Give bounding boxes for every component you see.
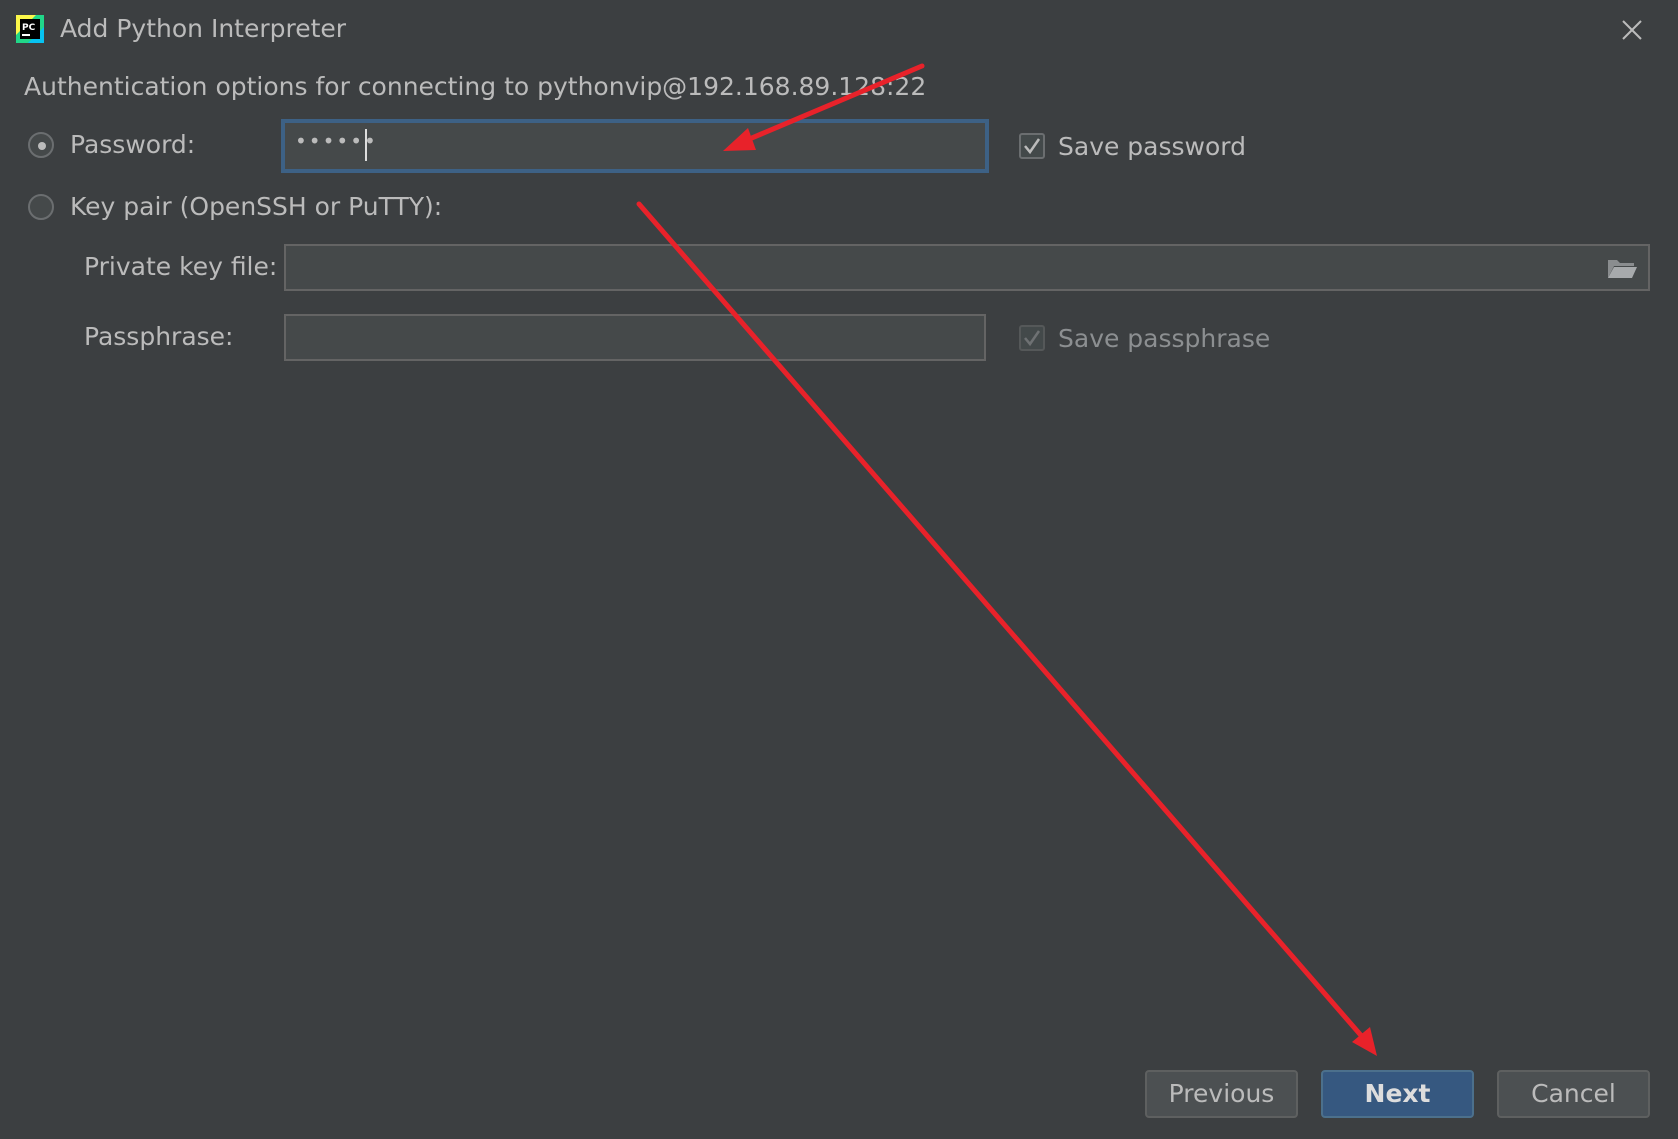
save-password-label: Save password — [1058, 132, 1247, 161]
keypair-option-label: Key pair (OpenSSH or PuTTY): — [70, 192, 443, 221]
save-passphrase-checkbox[interactable] — [1019, 325, 1045, 351]
add-python-interpreter-dialog: PC Add Python Interpreter Authentication… — [0, 0, 1678, 1139]
next-button[interactable]: Next — [1321, 1070, 1474, 1118]
password-option-label: Password: — [70, 130, 196, 159]
passphrase-label: Passphrase: — [84, 322, 234, 351]
keypair-radio[interactable] — [28, 194, 54, 220]
save-password-checkbox[interactable] — [1019, 133, 1045, 159]
passphrase-input[interactable] — [284, 314, 986, 361]
previous-button[interactable]: Previous — [1145, 1070, 1298, 1118]
window-title: Add Python Interpreter — [60, 14, 347, 43]
radio-selected-dot — [38, 142, 46, 150]
app-icon-text: PC — [22, 23, 36, 33]
cancel-button[interactable]: Cancel — [1497, 1070, 1650, 1118]
password-input[interactable]: •••••• — [281, 119, 989, 173]
private-key-label: Private key file: — [84, 252, 278, 281]
save-passphrase-label: Save passphrase — [1058, 324, 1271, 353]
pycharm-icon: PC — [16, 15, 44, 43]
checkmark-icon — [1024, 330, 1041, 347]
auth-heading: Authentication options for connecting to… — [24, 72, 927, 101]
private-key-input[interactable] — [284, 244, 1650, 291]
text-caret — [365, 129, 367, 161]
checkmark-icon — [1024, 138, 1041, 155]
close-icon[interactable] — [1614, 12, 1650, 48]
password-radio[interactable] — [28, 132, 54, 158]
folder-icon[interactable] — [1606, 256, 1638, 280]
title-bar: PC Add Python Interpreter — [0, 0, 1678, 58]
